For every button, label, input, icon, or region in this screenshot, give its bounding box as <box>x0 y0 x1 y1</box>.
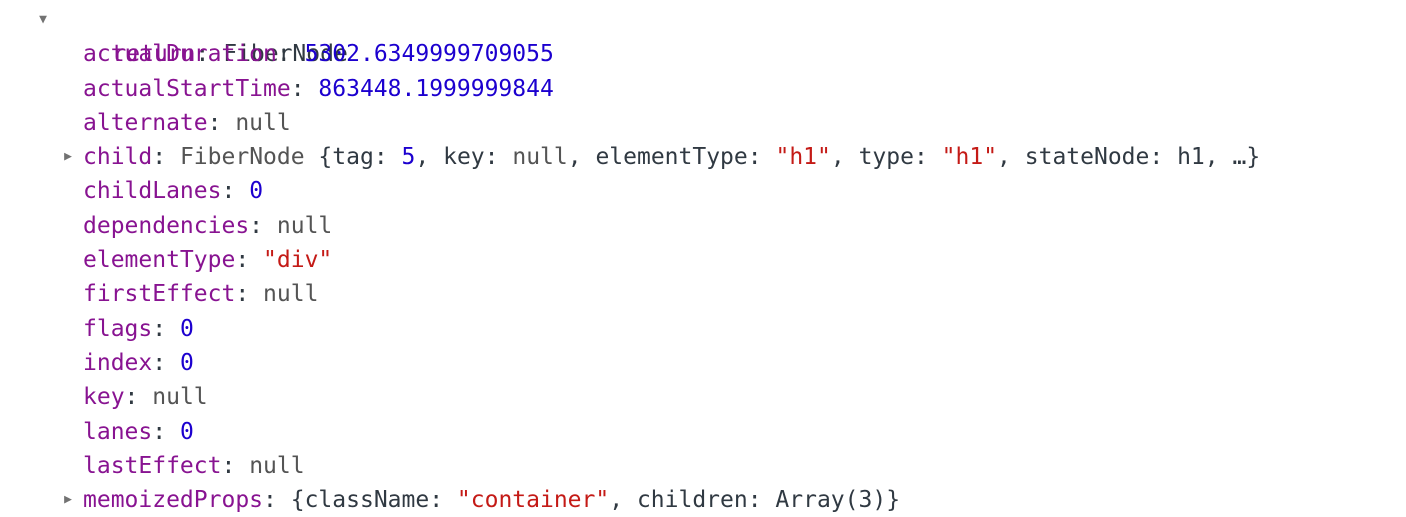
property-key: flags <box>83 315 153 342</box>
property-key: key <box>83 384 125 411</box>
property-key: dependencies <box>83 212 250 239</box>
preview-close-brace: } <box>886 487 901 514</box>
property-key: lanes <box>83 418 153 445</box>
preview-entry-key: tag <box>332 144 374 171</box>
preview-entry-value: null <box>512 144 568 171</box>
property-value: 5302.6349999709055 <box>304 41 554 68</box>
property-key: actualStartTime <box>83 75 291 102</box>
property-row[interactable]: ▶ child: FiberNode {tag: 5, key: null, el… <box>0 140 1406 174</box>
preview-entry-value: 5 <box>401 144 416 171</box>
preview-class-name: FiberNode <box>179 144 305 171</box>
preview-entry-key: className <box>304 487 430 514</box>
property-value: 0 <box>249 178 264 205</box>
property-value: null <box>276 212 333 239</box>
property-value: null <box>263 281 319 308</box>
property-list: actualDuration: 5302.6349999709055 actual… <box>0 37 1406 517</box>
preview-open-brace: { <box>304 144 333 171</box>
property-key: child <box>83 144 153 171</box>
property-row: alternate: null <box>83 109 291 136</box>
property-row: lastEffect: null <box>83 452 305 479</box>
property-key: elementType <box>83 247 236 274</box>
property-key: index <box>83 349 153 376</box>
object-tree: ▼ return: FiberNode actualDuration: 5302.… <box>0 0 1406 517</box>
collapsed-arrow-icon[interactable]: ▶ <box>61 483 75 517</box>
preview-entry-value: "container" <box>456 487 610 514</box>
expanded-arrow-icon[interactable]: ▼ <box>36 3 50 37</box>
preview-entry-value: Array(3) <box>775 487 887 514</box>
property-row: key: null <box>83 384 208 411</box>
property-row: flags: 0 <box>83 315 194 342</box>
preview-entry-value: "h1" <box>775 144 831 171</box>
property-row: firstEffect: null <box>83 281 319 308</box>
preview-entry-key: elementType <box>595 144 748 171</box>
preview-entry-key: type <box>858 144 914 171</box>
preview-close-brace: } <box>1246 144 1261 171</box>
preview-ellipsis: … <box>1232 144 1247 171</box>
property-key: firstEffect <box>83 281 236 308</box>
property-key: actualDuration <box>83 41 277 68</box>
property-value: "div" <box>263 247 333 274</box>
property-value: 0 <box>179 349 194 376</box>
collapsed-arrow-icon[interactable]: ▶ <box>61 140 75 174</box>
property-value: 0 <box>179 315 194 342</box>
property-value: null <box>249 452 305 479</box>
property-value: 863448.1999999844 <box>318 75 554 102</box>
preview-entry-value: "h1" <box>941 144 998 171</box>
property-row: lanes: 0 <box>83 418 194 445</box>
preview-open-brace: { <box>290 487 305 514</box>
property-row: index: 0 <box>83 349 194 376</box>
property-key: lastEffect <box>83 452 222 479</box>
property-row: actualStartTime: 863448.1999999844 <box>83 75 554 102</box>
property-key: alternate <box>83 109 208 136</box>
preview-entry-key: stateNode <box>1024 144 1150 171</box>
property-row[interactable]: ▶ memoizedProps: {className: "container",… <box>0 483 1406 517</box>
preview-entry-value: h1 <box>1177 144 1205 171</box>
property-row: actualDuration: 5302.6349999709055 <box>83 41 554 68</box>
preview-entry-key: children <box>636 487 748 514</box>
property-key: childLanes <box>83 178 222 205</box>
property-row: dependencies: null <box>83 212 333 239</box>
property-row: childLanes: 0 <box>83 178 264 205</box>
tree-root-row[interactable]: ▼ return: FiberNode <box>0 3 1406 67</box>
property-value: null <box>235 109 291 136</box>
property-value: null <box>152 384 208 411</box>
property-value: 0 <box>179 418 194 445</box>
property-row: elementType: "div" <box>83 247 333 274</box>
preview-entry-key: key <box>443 144 485 171</box>
property-key: memoizedProps <box>83 487 264 514</box>
